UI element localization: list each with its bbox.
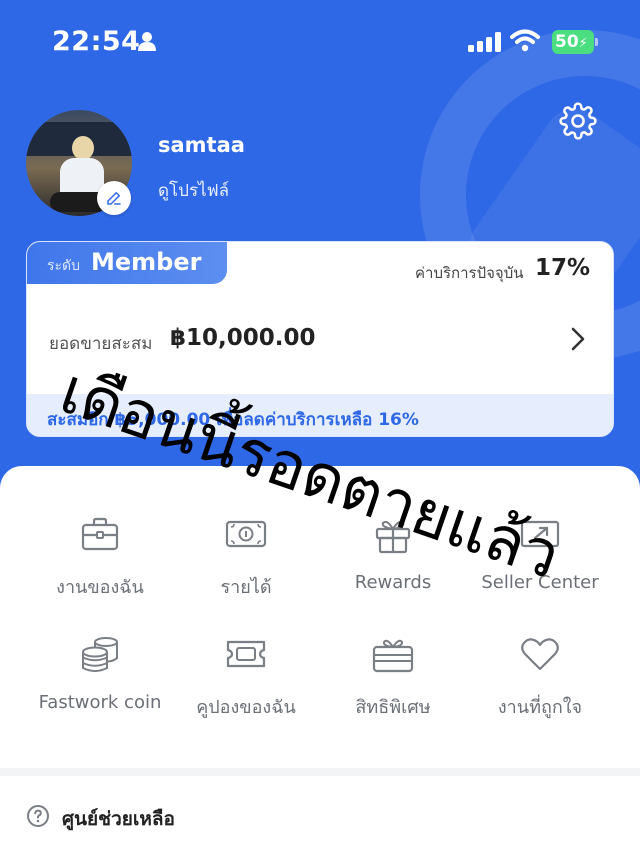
wifi-icon bbox=[510, 29, 540, 52]
question-circle-icon bbox=[27, 805, 49, 827]
battery-indicator: 50⚡ bbox=[552, 30, 594, 54]
menu-item-my-coupons[interactable]: คูปองของฉัน bbox=[171, 636, 321, 746]
menu-item-label: Rewards bbox=[354, 572, 432, 593]
battery-nub bbox=[595, 38, 598, 46]
status-time: 22:54 bbox=[52, 26, 141, 57]
menu-item-fastwork-coin[interactable]: Fastwork coin bbox=[25, 636, 175, 746]
heart-icon bbox=[521, 638, 559, 671]
status-bar: 22:54 50⚡ bbox=[0, 0, 640, 84]
menu-item-my-jobs[interactable]: งานของฉัน bbox=[25, 516, 175, 626]
pencil-icon bbox=[107, 192, 121, 205]
tier-badge: ระดับ Member bbox=[27, 242, 227, 284]
coins-icon bbox=[82, 637, 118, 672]
coupon-icon bbox=[226, 640, 266, 668]
help-center-row[interactable]: ศูนย์ช่วยเหลือ bbox=[0, 776, 640, 853]
avatar-photo-person bbox=[72, 136, 94, 160]
chevron-right-icon[interactable] bbox=[569, 326, 587, 352]
current-fee-label: ค่าบริการปัจจุบัน bbox=[415, 264, 524, 282]
money-icon bbox=[225, 520, 267, 548]
current-fee-value: 17% bbox=[535, 255, 591, 281]
menu-item-label: คูปองของฉัน bbox=[196, 697, 296, 718]
briefcase-icon bbox=[81, 517, 119, 551]
charging-bolt-icon: ⚡ bbox=[578, 36, 588, 51]
view-profile-link[interactable]: ดูโปรไฟล์ bbox=[158, 177, 229, 204]
edit-avatar-button[interactable] bbox=[97, 181, 131, 215]
menu-item-label: งานที่ถูกใจ bbox=[497, 697, 583, 718]
menu-item-label: Fastwork coin bbox=[38, 692, 162, 713]
tier-prefix: ระดับ bbox=[47, 258, 81, 274]
privilege-gift-card-icon bbox=[372, 639, 414, 673]
menu-item-privileges[interactable]: สิทธิพิเศษ bbox=[318, 636, 468, 746]
menu-item-label: รายได้ bbox=[220, 577, 272, 598]
menu-item-label: สิทธิพิเศษ bbox=[355, 697, 431, 718]
menu-item-favorite-jobs[interactable]: งานที่ถูกใจ bbox=[465, 636, 615, 746]
battery-level: 50 bbox=[555, 32, 579, 52]
signal-icon bbox=[468, 32, 501, 52]
accumulated-sales-value: ฿10,000.00 bbox=[170, 325, 316, 351]
help-center-label: ศูนย์ช่วยเหลือ bbox=[62, 808, 175, 830]
username: samtaa bbox=[158, 133, 245, 157]
menu-item-label: งานของฉัน bbox=[56, 577, 144, 598]
menu-item-income[interactable]: รายได้ bbox=[171, 516, 321, 626]
person-icon bbox=[138, 32, 156, 51]
gear-icon[interactable] bbox=[559, 102, 597, 140]
tier-name: Member bbox=[91, 248, 202, 276]
